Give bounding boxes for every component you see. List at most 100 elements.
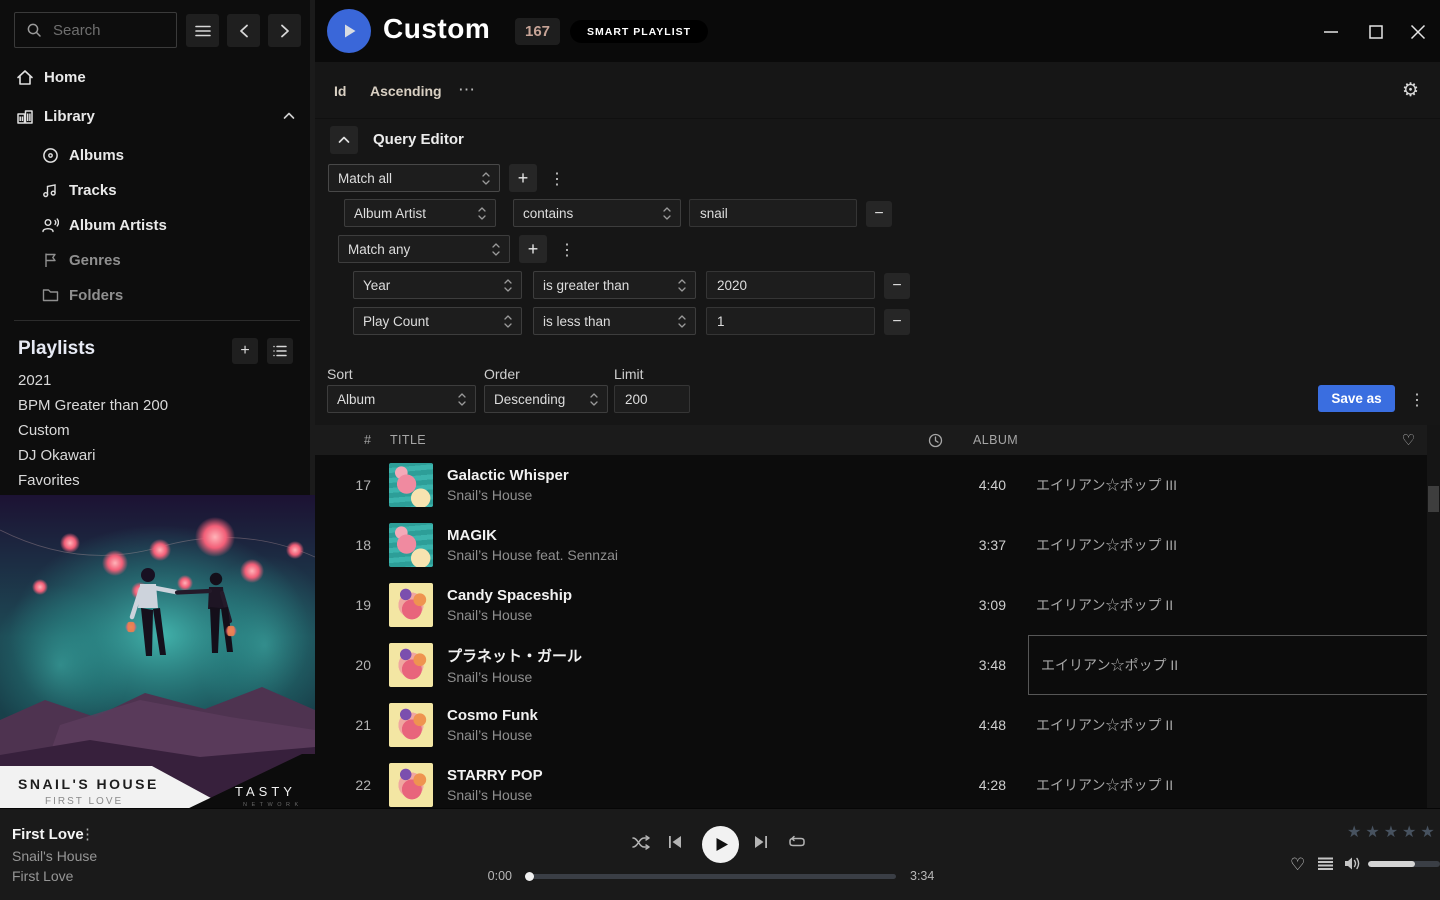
skip-back-icon [668, 835, 682, 849]
shuffle-button[interactable] [632, 835, 651, 850]
now-playing-kebab-menu[interactable]: ⋮ [80, 825, 95, 843]
track-album-cell-focused[interactable]: エイリアン☆ポップ II [1028, 635, 1440, 695]
playlist-item[interactable]: 2021 [18, 372, 51, 389]
limit-input[interactable] [614, 385, 690, 413]
smart-playlist-badge: SMART PLAYLIST [570, 20, 708, 43]
remove-rule-button[interactable]: − [884, 273, 910, 299]
select-value: Match all [338, 171, 392, 186]
rule-field-select[interactable]: Year [353, 271, 522, 299]
chevron-up-icon [338, 136, 350, 144]
remove-rule-button[interactable]: − [884, 309, 910, 335]
queue-button[interactable] [1318, 857, 1333, 870]
sort-direction-button[interactable]: Ascending [370, 83, 442, 99]
order-select[interactable]: Descending [484, 385, 608, 413]
rule-value-input[interactable] [689, 199, 857, 227]
rule-value-input[interactable] [706, 307, 875, 335]
maximize-button[interactable] [1368, 24, 1384, 40]
add-playlist-button[interactable]: + [232, 338, 258, 364]
track-thumbnail [389, 703, 433, 747]
select-value: Play Count [363, 314, 429, 329]
rule-field-select[interactable]: Album Artist [344, 199, 496, 227]
track-album-cell[interactable]: エイリアン☆ポップ II [1036, 595, 1440, 615]
rule-operator-select[interactable]: is less than [533, 307, 696, 335]
track-row[interactable]: 19 Candy Spaceship Snail’s House 3:09 エイ… [315, 575, 1440, 635]
previous-track-button[interactable] [668, 835, 682, 849]
add-rule-button[interactable]: + [509, 164, 537, 192]
table-scrollbar-track[interactable] [1427, 425, 1440, 810]
playlist-item[interactable]: DJ Okawari [18, 447, 96, 464]
index-column-header[interactable]: # [335, 433, 371, 447]
track-index: 18 [335, 537, 371, 553]
select-value: contains [523, 206, 573, 221]
close-button[interactable] [1410, 24, 1426, 40]
rule-value-input[interactable] [706, 271, 875, 299]
select-value: Album [337, 392, 375, 407]
table-scrollbar-thumb[interactable] [1428, 486, 1439, 512]
track-album-cell[interactable]: エイリアン☆ポップ III [1036, 535, 1440, 555]
track-album: エイリアン☆ポップ III [1036, 475, 1177, 495]
duration-column-header[interactable] [873, 433, 943, 448]
play-pause-button[interactable] [702, 826, 739, 863]
playlist-item[interactable]: Favorites [18, 472, 80, 489]
sidebar-item-library[interactable]: Library [0, 103, 315, 129]
add-rule-button[interactable]: + [519, 235, 547, 263]
track-album-cell[interactable]: エイリアン☆ポップ II [1036, 715, 1440, 735]
sort-field-button[interactable]: Id [334, 83, 346, 99]
volume-slider[interactable] [1368, 861, 1440, 867]
gear-icon[interactable]: ⚙ [1402, 79, 1419, 102]
sidebar-item-tracks[interactable]: Tracks [0, 177, 315, 203]
next-track-button[interactable] [754, 835, 768, 849]
group-kebab-menu[interactable]: ⋮ [559, 240, 575, 260]
save-as-button[interactable]: Save as [1318, 385, 1395, 412]
rule-operator-select[interactable]: is greater than [533, 271, 696, 299]
playlist-item[interactable]: Custom [18, 422, 70, 439]
sidebar-item-folders[interactable]: Folders [0, 282, 315, 308]
minimize-button[interactable] [1323, 24, 1339, 40]
track-row[interactable]: 18 MAGIK Snail’s House feat. Sennzai 3:3… [315, 515, 1440, 575]
match-any-select[interactable]: Match any [338, 235, 510, 263]
playlist-item[interactable]: BPM Greater than 200 [18, 397, 168, 414]
track-row[interactable]: 22 STARRY POP Snail’s House 4:28 エイリアン☆ポ… [315, 755, 1440, 810]
sidebar-item-albums[interactable]: Albums [0, 142, 315, 168]
more-options-button[interactable]: ⋯ [458, 80, 475, 100]
track-row[interactable]: 21 Cosmo Funk Snail’s House 4:48 エイリアン☆ポ… [315, 695, 1440, 755]
match-all-select[interactable]: Match all [328, 164, 500, 192]
search-input-container[interactable] [14, 12, 177, 48]
track-row[interactable]: 17 Galactic Whisper Snail’s House 4:40 エ… [315, 455, 1440, 515]
rating-stars[interactable]: ★★★★★ [1347, 822, 1439, 842]
play-playlist-button[interactable] [327, 9, 371, 53]
track-album-cell[interactable]: エイリアン☆ポップ II [1036, 775, 1440, 795]
rule-operator-select[interactable]: contains [513, 199, 681, 227]
queue-list-icon [1318, 857, 1333, 870]
track-album-cell[interactable]: エイリアン☆ポップ III [1036, 475, 1440, 495]
group-kebab-menu[interactable]: ⋮ [549, 169, 565, 189]
menu-button[interactable] [186, 14, 219, 47]
collapse-query-editor-button[interactable] [330, 126, 358, 154]
rule-field-select[interactable]: Play Count [353, 307, 522, 335]
forward-button[interactable] [268, 14, 301, 47]
remove-rule-button[interactable]: − [866, 201, 892, 227]
seek-bar[interactable] [526, 874, 896, 879]
playlists-heading: Playlists [18, 338, 95, 360]
sidebar-item-genres[interactable]: Genres [0, 247, 315, 273]
favorite-button[interactable]: ♡ [1290, 855, 1305, 875]
home-icon [14, 69, 36, 86]
sort-select[interactable]: Album [327, 385, 476, 413]
sidebar-item-label: Folders [69, 287, 123, 304]
repeat-button[interactable] [788, 835, 806, 849]
back-button[interactable] [227, 14, 260, 47]
seek-knob[interactable] [525, 872, 534, 881]
title-column-header[interactable]: TITLE [390, 433, 873, 447]
album-column-header[interactable]: ALBUM [973, 433, 1377, 447]
list-toolbar: Id Ascending ⋯ ⚙ [315, 62, 1440, 118]
save-kebab-menu[interactable]: ⋮ [1409, 390, 1425, 410]
playlist-menu-button[interactable] [267, 338, 293, 364]
sidebar-item-label: Album Artists [69, 217, 167, 234]
track-row[interactable]: 20 プラネット・ガール Snail’s House 3:48 エイリアン☆ポッ… [315, 635, 1440, 695]
sidebar-item-home[interactable]: Home [0, 64, 315, 90]
divider [14, 320, 300, 321]
search-input[interactable] [51, 21, 165, 40]
volume-button[interactable] [1344, 856, 1361, 871]
sidebar-item-album-artists[interactable]: Album Artists [0, 212, 315, 238]
collapse-chevron-icon[interactable] [283, 112, 295, 120]
